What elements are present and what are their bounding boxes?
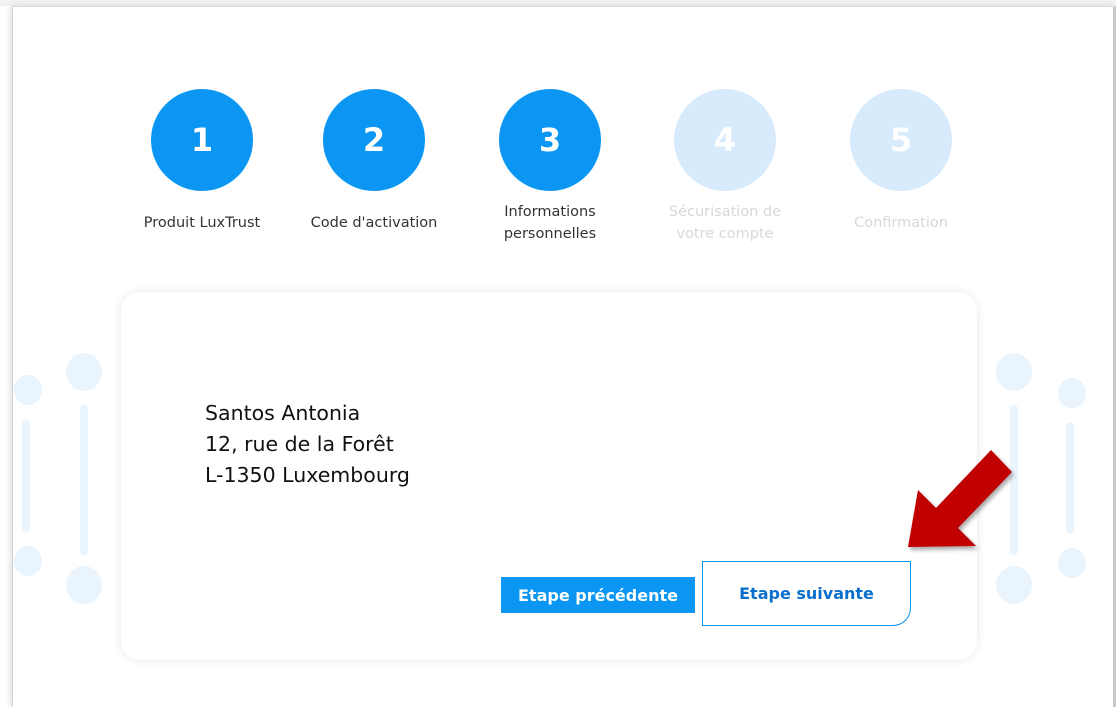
step-3-label-line-1: Informations (504, 204, 596, 220)
decoration-dot (66, 566, 102, 604)
postal-address: Santos Antonia 12, rue de la Forêt L-135… (205, 398, 410, 491)
address-street: 12, rue de la Forêt (205, 432, 394, 456)
address-name: Santos Antonia (205, 401, 361, 425)
step-4: 4 Sécurisation de votre compte (655, 89, 795, 242)
next-step-button[interactable]: Etape suivante (702, 561, 911, 626)
step-2-label-line: Code d'activation (310, 215, 438, 231)
step-5-label-line: Confirmation (854, 215, 948, 231)
address-city: L-1350 Luxembourg (205, 463, 410, 487)
decoration-bar (22, 420, 30, 532)
decoration-bar (1066, 422, 1074, 534)
step-4-circle: 4 (674, 89, 776, 191)
red-arrow-icon (908, 450, 1012, 547)
step-4-label-line-1: Sécurisation de (668, 204, 782, 220)
step-5: 5 Confirmation (831, 89, 971, 231)
step-5-circle: 5 (850, 89, 952, 191)
step-4-label-line-2: votre compte (676, 226, 774, 242)
decoration-dot (14, 375, 42, 405)
previous-step-button[interactable]: Etape précédente (501, 577, 695, 613)
decoration-dot (996, 566, 1032, 604)
decoration-dot (1058, 548, 1086, 578)
decoration-dot (14, 546, 42, 576)
step-2: 2 Code d'activation (304, 89, 444, 231)
decoration-bar (80, 405, 88, 555)
step-3-label: Informations personnelles (480, 201, 620, 245)
step-1: 1 Produit LuxTrust (132, 89, 272, 231)
step-2-label: Code d'activation (304, 201, 444, 245)
step-4-label: Sécurisation de votre compte (655, 201, 795, 245)
step-1-circle: 1 (151, 89, 253, 191)
step-3: 3 Informations personnelles (480, 89, 620, 242)
decoration-dot (996, 353, 1032, 391)
step-1-label-line: Produit LuxTrust (143, 215, 261, 231)
step-5-label: Confirmation (831, 201, 971, 245)
decoration-dot (1058, 378, 1086, 408)
step-3-label-line-2: personnelles (503, 226, 597, 242)
step-3-circle: 3 (499, 89, 601, 191)
step-2-circle: 2 (323, 89, 425, 191)
step-1-label: Produit LuxTrust (132, 201, 272, 245)
decoration-dot (66, 353, 102, 391)
address-card: Santos Antonia 12, rue de la Forêt L-135… (121, 292, 977, 660)
